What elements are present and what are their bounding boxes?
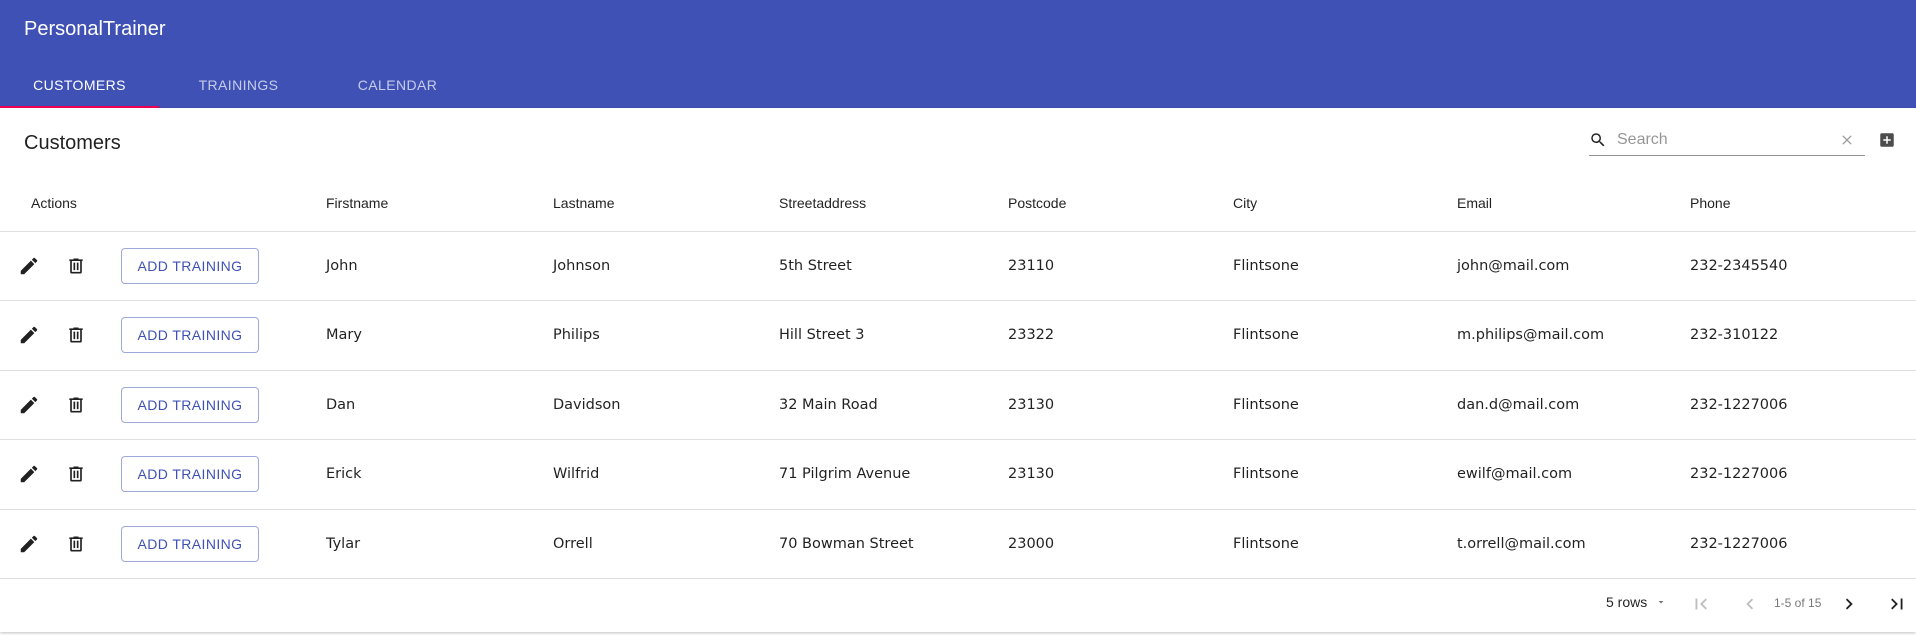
customers-table-panel: Customers Actions Firstname Lastname Str… bbox=[0, 108, 1916, 632]
search-input[interactable] bbox=[1617, 128, 1827, 152]
cell-firstname: Mary bbox=[326, 300, 553, 371]
cell-firstname: Tylar bbox=[326, 509, 553, 579]
delete-icon[interactable] bbox=[66, 394, 86, 416]
page-range: 1-5 of 15 bbox=[1774, 596, 1822, 610]
search-icon bbox=[1591, 133, 1605, 147]
column-header-email[interactable]: Email bbox=[1457, 176, 1690, 232]
column-header-actions: Actions bbox=[0, 176, 326, 232]
tab-customers[interactable]: CUSTOMERS bbox=[0, 61, 159, 108]
cell-postcode: 23322 bbox=[1008, 300, 1233, 371]
cell-city: Flintsone bbox=[1233, 439, 1457, 510]
actions-cell: ADD TRAINING bbox=[0, 509, 326, 579]
clear-icon[interactable] bbox=[1839, 132, 1855, 148]
cell-email: john@mail.com bbox=[1457, 231, 1690, 301]
cell-phone: 232-1227006 bbox=[1690, 509, 1916, 579]
actions-cell: ADD TRAINING bbox=[0, 231, 326, 301]
cell-phone: 232-310122 bbox=[1690, 300, 1916, 371]
cell-postcode: 23130 bbox=[1008, 370, 1233, 440]
edit-icon[interactable] bbox=[18, 394, 40, 416]
table-row: ADD TRAINING Erick Wilfrid 71 Pilgrim Av… bbox=[0, 439, 1916, 510]
app-bar: PersonalTrainer CUSTOMERS TRAININGS CALE… bbox=[0, 0, 1916, 108]
cell-lastname: Orrell bbox=[553, 509, 779, 579]
cell-lastname: Johnson bbox=[553, 231, 779, 301]
add-box-icon[interactable] bbox=[1878, 131, 1896, 149]
tab-trainings[interactable]: TRAININGS bbox=[159, 61, 318, 108]
cell-postcode: 23110 bbox=[1008, 231, 1233, 301]
cell-phone: 232-1227006 bbox=[1690, 370, 1916, 440]
column-header-streetaddress[interactable]: Streetaddress bbox=[779, 176, 1008, 232]
delete-icon[interactable] bbox=[66, 255, 86, 277]
delete-icon[interactable] bbox=[66, 533, 86, 555]
column-header-city[interactable]: City bbox=[1233, 176, 1457, 232]
cell-streetaddress: 5th Street bbox=[779, 231, 1008, 301]
cell-firstname: Erick bbox=[326, 439, 553, 510]
column-header-phone[interactable]: Phone bbox=[1690, 176, 1916, 232]
rows-per-page-value: 5 rows bbox=[1606, 594, 1648, 610]
actions-cell: ADD TRAINING bbox=[0, 300, 326, 371]
column-header-postcode[interactable]: Postcode bbox=[1008, 176, 1233, 232]
search-field bbox=[1589, 126, 1865, 156]
cell-lastname: Davidson bbox=[553, 370, 779, 440]
cell-phone: 232-2345540 bbox=[1690, 231, 1916, 301]
edit-icon[interactable] bbox=[18, 463, 40, 485]
app-title: PersonalTrainer bbox=[24, 18, 166, 40]
cell-postcode: 23130 bbox=[1008, 439, 1233, 510]
cell-streetaddress: 32 Main Road bbox=[779, 370, 1008, 440]
table-header-row: Actions Firstname Lastname Streetaddress… bbox=[0, 176, 1916, 232]
delete-icon[interactable] bbox=[66, 324, 86, 346]
cell-city: Flintsone bbox=[1233, 509, 1457, 579]
rows-per-page-select[interactable]: 5 rows bbox=[1606, 594, 1667, 610]
table-row: ADD TRAINING Tylar Orrell 70 Bowman Stre… bbox=[0, 509, 1916, 579]
delete-icon[interactable] bbox=[66, 463, 86, 485]
add-training-button[interactable]: ADD TRAINING bbox=[121, 456, 259, 493]
edit-icon[interactable] bbox=[18, 324, 40, 346]
cell-city: Flintsone bbox=[1233, 231, 1457, 301]
add-training-button[interactable]: ADD TRAINING bbox=[121, 386, 259, 423]
cell-postcode: 23000 bbox=[1008, 509, 1233, 579]
next-page-icon[interactable] bbox=[1838, 593, 1860, 615]
tab-calendar[interactable]: CALENDAR bbox=[318, 61, 477, 108]
cell-firstname: John bbox=[326, 231, 553, 301]
cell-phone: 232-1227006 bbox=[1690, 439, 1916, 510]
customers-table: Actions Firstname Lastname Streetaddress… bbox=[0, 176, 1916, 579]
cell-email: m.philips@mail.com bbox=[1457, 300, 1690, 371]
edit-icon[interactable] bbox=[18, 533, 40, 555]
cell-streetaddress: Hill Street 3 bbox=[779, 300, 1008, 371]
tab-bar: CUSTOMERS TRAININGS CALENDAR bbox=[0, 61, 477, 108]
cell-lastname: Wilfrid bbox=[553, 439, 779, 510]
table-row: ADD TRAINING Mary Philips Hill Street 3 … bbox=[0, 300, 1916, 371]
cell-email: dan.d@mail.com bbox=[1457, 370, 1690, 440]
table-row: ADD TRAINING Dan Davidson 32 Main Road 2… bbox=[0, 370, 1916, 440]
prev-page-icon[interactable] bbox=[1739, 593, 1761, 615]
table-row: ADD TRAINING John Johnson 5th Street 231… bbox=[0, 231, 1916, 301]
add-training-button[interactable]: ADD TRAINING bbox=[121, 525, 259, 562]
cell-city: Flintsone bbox=[1233, 300, 1457, 371]
first-page-icon[interactable] bbox=[1690, 593, 1712, 615]
add-training-button[interactable]: ADD TRAINING bbox=[121, 317, 259, 354]
cell-streetaddress: 71 Pilgrim Avenue bbox=[779, 439, 1008, 510]
caret-down-icon bbox=[1658, 601, 1664, 604]
cell-firstname: Dan bbox=[326, 370, 553, 440]
page-title: Customers bbox=[24, 132, 121, 154]
last-page-icon[interactable] bbox=[1886, 593, 1908, 615]
add-training-button[interactable]: ADD TRAINING bbox=[121, 247, 259, 284]
actions-cell: ADD TRAINING bbox=[0, 370, 326, 440]
cell-streetaddress: 70 Bowman Street bbox=[779, 509, 1008, 579]
actions-cell: ADD TRAINING bbox=[0, 439, 326, 510]
column-header-firstname[interactable]: Firstname bbox=[326, 176, 553, 232]
column-header-lastname[interactable]: Lastname bbox=[553, 176, 779, 232]
cell-email: ewilf@mail.com bbox=[1457, 439, 1690, 510]
edit-icon[interactable] bbox=[18, 255, 40, 277]
cell-email: t.orrell@mail.com bbox=[1457, 509, 1690, 579]
cell-city: Flintsone bbox=[1233, 370, 1457, 440]
pagination-bar: 5 rows 1-5 of 15 bbox=[0, 578, 1916, 628]
cell-lastname: Philips bbox=[553, 300, 779, 371]
